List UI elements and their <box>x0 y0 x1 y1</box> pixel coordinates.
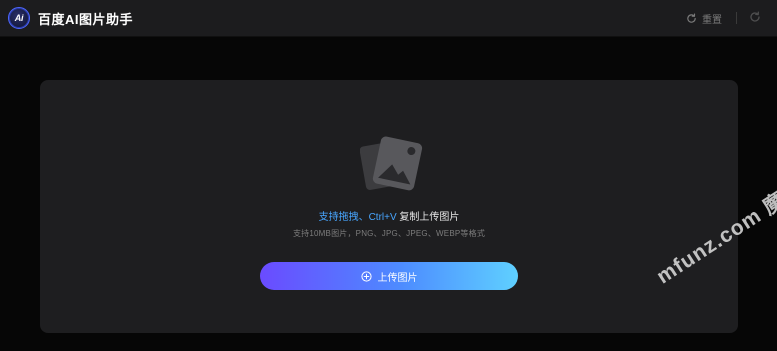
upload-hint-rest: 复制上传图片 <box>396 212 460 223</box>
refresh-icon <box>687 13 696 23</box>
image-placeholder-icon <box>360 136 423 191</box>
logo-text: Ai <box>14 13 24 23</box>
upload-button-label: 上传图片 <box>377 272 418 284</box>
upload-hint: 支持拖拽、Ctrl+V 复制上传图片 <box>40 208 738 223</box>
reset-button[interactable]: 重置 <box>686 10 722 26</box>
upload-formats: 支持10MB图片，PNG、JPG、JPEG、WEBP等格式 <box>292 229 486 238</box>
header-bar: Ai 百度AI图片助手 重置 <box>0 0 777 37</box>
upload-hint-accent: 支持拖拽、Ctrl+V <box>318 212 397 223</box>
upload-drop-zone[interactable]: 支持拖拽、Ctrl+V 复制上传图片 支持10MB图片，PNG、JPG、JPEG… <box>40 80 738 333</box>
redo-icon[interactable] <box>748 10 762 24</box>
app-logo: Ai <box>8 7 30 29</box>
upload-image-button[interactable]: 上传图片 <box>260 262 518 290</box>
app-title: 百度AI图片助手 <box>38 12 134 27</box>
plus-circle-icon <box>360 270 372 282</box>
header-divider <box>736 12 737 24</box>
app-window: Ai 百度AI图片助手 重置 支持拖拽、Ctrl+V 复制上传图片 支持10MB… <box>0 0 777 351</box>
reset-label: 重置 <box>702 14 722 26</box>
